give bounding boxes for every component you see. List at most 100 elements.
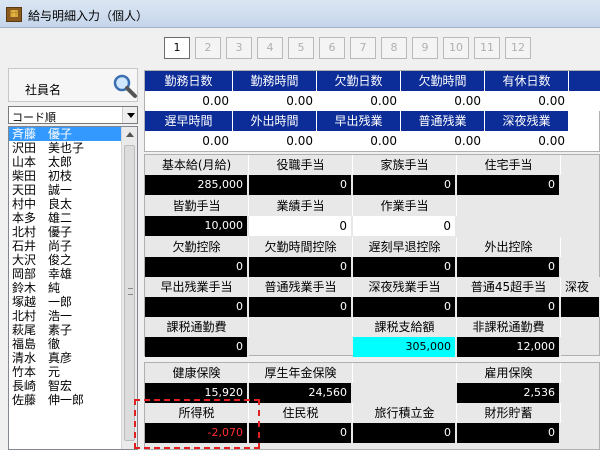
label-night-extra: 深夜 (561, 277, 600, 297)
outing-deduction-field[interactable]: 0 (457, 257, 561, 277)
health-insurance-field[interactable]: 15,920 (145, 383, 249, 403)
title-bar: ▦ 給与明細入力（個人） (0, 0, 600, 28)
ledger-icon: ▦ (6, 7, 22, 22)
outing-hours-field[interactable]: 0.00 (233, 131, 317, 151)
list-item[interactable]: 北村 浩一 (9, 309, 121, 323)
absence-hours-deduction-field[interactable]: 0 (249, 257, 353, 277)
page-tab-8[interactable]: 8 (381, 37, 407, 59)
page-tab-12[interactable]: 12 (505, 37, 531, 59)
label-position-allowance: 役職手当 (249, 155, 353, 175)
page-tab-2[interactable]: 2 (195, 37, 221, 59)
list-item[interactable]: 石井 尚子 (9, 239, 121, 253)
list-item[interactable]: 鈴木 純 (9, 281, 121, 295)
list-item[interactable]: 北村 優子 (9, 225, 121, 239)
page-tab-1[interactable]: 1 (164, 37, 190, 59)
label-health-insurance: 健康保険 (145, 363, 249, 383)
attendance-allowance-field[interactable]: 10,000 (145, 216, 249, 236)
page-tab-5[interactable]: 5 (288, 37, 314, 59)
label-night-overtime-pay: 深夜残業手当 (353, 277, 457, 297)
label-absence-hours-deduction: 欠勤時間控除 (249, 237, 353, 257)
income-tax-field[interactable]: -2,070 (145, 423, 249, 443)
deductions-panel: 健康保険 厚生年金保険 雇用保険 15,920 24,560 2,536 所得税… (144, 362, 600, 450)
employee-list-scrollbar[interactable] (121, 127, 137, 449)
night-overtime-field[interactable]: 0.00 (485, 131, 569, 151)
list-item[interactable]: 大沢 俊之 (9, 253, 121, 267)
label-early-overtime-pay: 早出残業手当 (145, 277, 249, 297)
page-tab-4[interactable]: 4 (257, 37, 283, 59)
early-overtime-pay-field[interactable]: 0 (145, 297, 249, 317)
housing-allowance-field[interactable]: 0 (457, 175, 561, 195)
chevron-down-icon[interactable] (122, 107, 137, 123)
absent-hours-field[interactable]: 0.00 (401, 91, 485, 111)
work-hours-field[interactable]: 0.00 (233, 91, 317, 111)
absent-days-field[interactable]: 0.00 (317, 91, 401, 111)
list-item[interactable]: 長崎 智宏 (9, 379, 121, 393)
label-outing-deduction: 外出控除 (457, 237, 561, 257)
label-family-allowance: 家族手当 (353, 155, 457, 175)
label-normal-overtime-pay: 普通残業手当 (249, 277, 353, 297)
nontaxable-commute-field[interactable]: 12,000 (457, 337, 561, 357)
attendance-panel: 勤務日数 勤務時間 欠勤日数 欠勤時間 有休日数 0.00 0.00 0.00 … (144, 70, 600, 152)
search-icon[interactable] (112, 73, 138, 99)
normal-overtime-field[interactable]: 0.00 (401, 131, 485, 151)
normal-overtime-pay-field[interactable]: 0 (249, 297, 353, 317)
sort-order-select[interactable]: コード順 (8, 106, 138, 124)
label-asset-savings: 財形貯蓄 (457, 403, 561, 423)
list-item[interactable]: 沢田 美也子 (9, 141, 121, 155)
work-days-field[interactable]: 0.00 (145, 91, 233, 111)
scroll-thumb[interactable] (124, 145, 135, 441)
list-item[interactable]: 斉藤 優子 (9, 127, 121, 141)
list-item[interactable]: 清水 真彦 (9, 351, 121, 365)
pay-panel: 基本給(月給) 役職手当 家族手当 住宅手当 285,000 0 0 0 皆勤手… (144, 154, 600, 357)
page-tab-10[interactable]: 10 (443, 37, 469, 59)
pension-insurance-field[interactable]: 24,560 (249, 383, 353, 403)
family-allowance-field[interactable]: 0 (353, 175, 457, 195)
label-over45-overtime-pay: 普通45超手当 (457, 277, 561, 297)
extra-field[interactable] (569, 91, 600, 111)
page-tab-11[interactable]: 11 (474, 37, 500, 59)
work-allowance-field[interactable]: 0 (353, 216, 455, 236)
night-overtime-pay-field[interactable]: 0 (353, 297, 457, 317)
list-item[interactable]: 岡部 幸雄 (9, 267, 121, 281)
label-empty-2 (353, 363, 457, 383)
list-item[interactable]: 萩尾 素子 (9, 323, 121, 337)
header-outing-hours: 外出時間 (233, 111, 317, 131)
resident-tax-field[interactable]: 0 (249, 423, 353, 443)
sort-order-value: コード順 (12, 111, 56, 124)
list-item[interactable]: 佐藤 伸一郎 (9, 393, 121, 407)
employee-list[interactable]: 斉藤 優子 沢田 美也子 山本 太郎 柴田 初枝 天田 誠一 村中 良太 本多 … (8, 126, 138, 450)
late-early-deduction-field[interactable]: 0 (353, 257, 457, 277)
list-item[interactable]: 竹本 元 (9, 365, 121, 379)
basic-salary-field[interactable]: 285,000 (145, 175, 249, 195)
employment-insurance-field[interactable]: 2,536 (457, 383, 561, 403)
list-item[interactable]: 村中 良太 (9, 197, 121, 211)
paid-leave-days-field[interactable]: 0.00 (485, 91, 569, 111)
night-extra-field[interactable] (561, 297, 600, 317)
list-item[interactable]: 福島 徹 (9, 337, 121, 351)
scroll-up-icon[interactable] (126, 132, 134, 137)
page-tab-6[interactable]: 6 (319, 37, 345, 59)
list-item[interactable]: 天田 誠一 (9, 183, 121, 197)
asset-savings-field[interactable]: 0 (457, 423, 561, 443)
position-allowance-field[interactable]: 0 (249, 175, 353, 195)
label-housing-allowance: 住宅手当 (457, 155, 561, 175)
travel-savings-field[interactable]: 0 (353, 423, 457, 443)
list-item[interactable]: 柴田 初枝 (9, 169, 121, 183)
header-late-early-hours: 遅早時間 (145, 111, 233, 131)
early-overtime-field[interactable]: 0.00 (317, 131, 401, 151)
performance-allowance-field[interactable]: 0 (249, 216, 351, 236)
list-item[interactable]: 本多 雄二 (9, 211, 121, 225)
employee-label: 社員名 (25, 83, 62, 97)
late-early-hours-field[interactable]: 0.00 (145, 131, 233, 151)
list-item[interactable]: 塚越 一郎 (9, 295, 121, 309)
page-tab-3[interactable]: 3 (226, 37, 252, 59)
label-nontaxable-commute: 非課税通勤費 (457, 317, 561, 337)
page-tab-7[interactable]: 7 (350, 37, 376, 59)
page-tab-9[interactable]: 9 (412, 37, 438, 59)
taxable-commute-field[interactable]: 0 (145, 337, 249, 357)
over45-overtime-pay-field[interactable]: 0 (457, 297, 561, 317)
absence-deduction-field[interactable]: 0 (145, 257, 249, 277)
label-late-early-deduction: 遅刻早退控除 (353, 237, 457, 257)
header-normal-overtime: 普通残業 (401, 111, 485, 131)
list-item[interactable]: 山本 太郎 (9, 155, 121, 169)
